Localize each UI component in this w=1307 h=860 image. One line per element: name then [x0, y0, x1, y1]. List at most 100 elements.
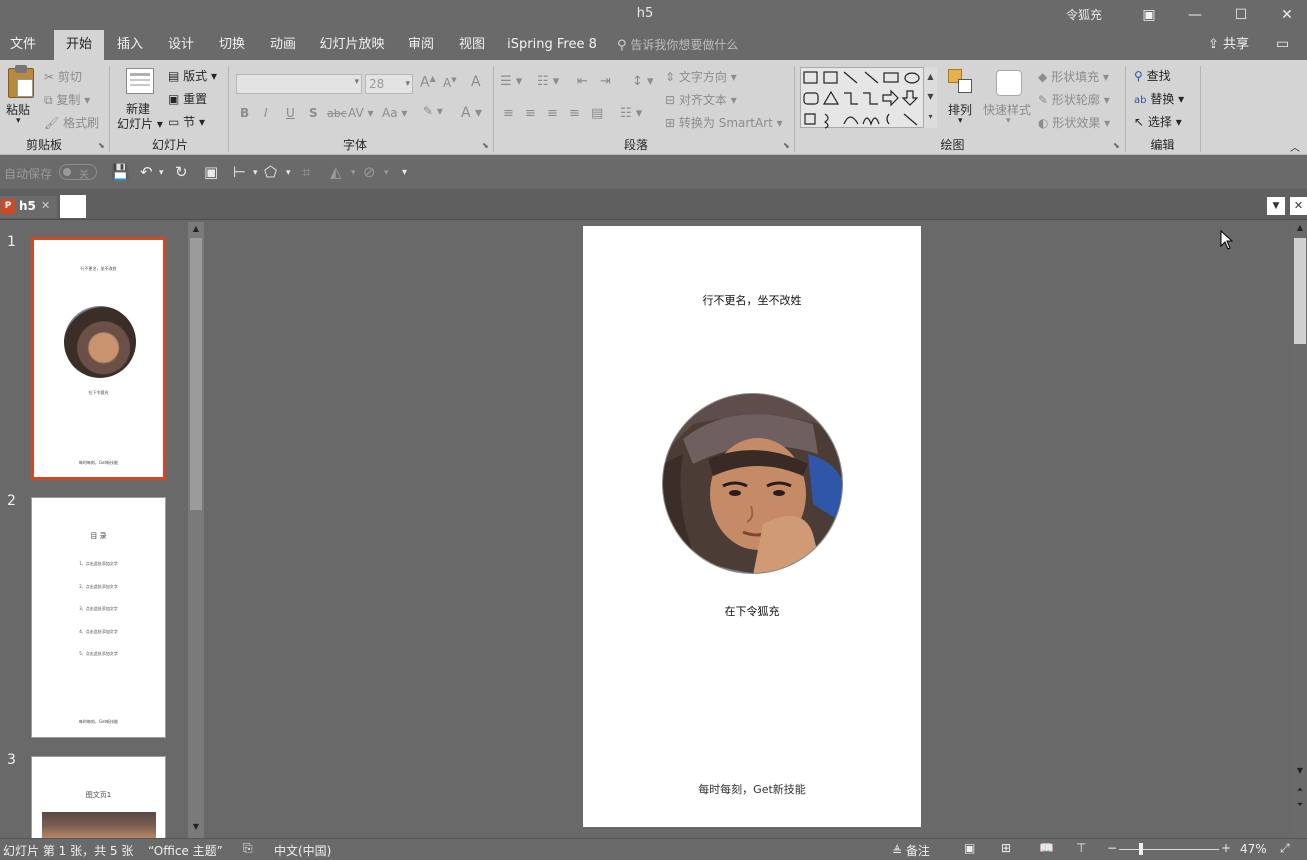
shape-outline-button[interactable]: ✎ 形状轮廓 ▾ — [1038, 91, 1110, 108]
user-name[interactable]: 令狐充 — [1066, 6, 1102, 23]
reading-view-icon[interactable]: 📖 — [1039, 841, 1054, 855]
scrollbar-thumb[interactable] — [1294, 238, 1306, 344]
scroll-down-icon[interactable]: ▼ — [1294, 766, 1306, 778]
shapes-dropdown-icon[interactable]: ▾ — [286, 168, 291, 178]
align-objects-icon[interactable]: ⊢ — [233, 163, 246, 181]
align-dropdown-icon[interactable]: ▾ — [253, 168, 258, 178]
decrease-indent-button[interactable]: ⇤ — [577, 74, 588, 89]
language-indicator[interactable]: 中文(中国) — [274, 842, 331, 859]
thumbnail-scrollbar[interactable]: ▲ ▼ — [188, 222, 204, 838]
clipboard-launcher-icon[interactable]: ⬊ — [98, 141, 105, 150]
new-slide-icon[interactable] — [126, 68, 154, 94]
comments-icon[interactable]: ▭ — [1276, 36, 1296, 54]
tab-file[interactable]: 文件 — [0, 30, 46, 60]
convert-smartart-button[interactable]: ⊞ 转换为 SmartArt ▾ — [665, 114, 783, 131]
tab-ispring[interactable]: iSpring Free 8 — [503, 30, 601, 60]
tab-list-dropdown[interactable]: ▼ — [1267, 197, 1285, 215]
bullets-button[interactable]: ☰ ▾ — [500, 74, 522, 89]
underline-button[interactable]: U — [286, 106, 295, 120]
line-spacing-button[interactable]: ↕ ▾ — [632, 74, 654, 89]
customize-qat-icon[interactable]: ▾ — [402, 167, 407, 178]
close-button[interactable]: ✕ — [1264, 0, 1307, 30]
slide-sorter-icon[interactable]: ⊞ — [1001, 841, 1011, 855]
slide-scrollbar[interactable]: ▲ ▼ ⏶ ⏷ — [1293, 220, 1307, 838]
tab-view[interactable]: 视图 — [450, 30, 494, 60]
scroll-up-icon[interactable]: ▲ — [1294, 223, 1306, 235]
columns-button[interactable]: ☷ ▾ — [620, 106, 642, 121]
zoom-in-icon[interactable]: + — [1221, 841, 1231, 855]
slide-heading[interactable]: 行不更名，坐不改姓 — [583, 292, 921, 308]
italic-button[interactable]: I — [264, 106, 268, 120]
distribute-button[interactable]: ▤ — [591, 106, 603, 121]
tab-insert[interactable]: 插入 — [108, 30, 152, 60]
replace-button[interactable]: ab 替换 ▾ — [1134, 90, 1184, 107]
scroll-up-icon[interactable]: ▲ — [190, 224, 202, 236]
normal-view-icon[interactable]: ▣ — [964, 841, 975, 855]
cut-button[interactable]: ✂ 剪切 — [44, 68, 82, 85]
paste-icon[interactable] — [8, 65, 34, 98]
shape-effects-button[interactable]: ◐ 形状效果 ▾ — [1038, 114, 1110, 131]
slide-thumbnail-3[interactable]: 图文页1 — [31, 756, 166, 838]
clear-format-button[interactable]: A — [471, 74, 481, 90]
slideshow-from-start-icon[interactable]: ▣ — [204, 163, 218, 181]
zoom-level[interactable]: 47% — [1240, 842, 1267, 856]
undo-icon[interactable]: ↶ — [140, 163, 153, 181]
collapse-ribbon-icon[interactable]: ︿ — [1290, 139, 1300, 154]
align-center-button[interactable]: ≡ — [525, 106, 536, 121]
shapes-gallery-scroll[interactable]: ▲ ▼ ▾ — [923, 67, 937, 128]
font-name-select[interactable]: ▾ — [236, 74, 362, 94]
strikethrough-button[interactable]: abc — [327, 107, 347, 120]
minimize-button[interactable]: — — [1172, 0, 1218, 30]
shape-fill-button[interactable]: ◆ 形状填充 ▾ — [1038, 68, 1109, 85]
copy-button[interactable]: ⧉ 复制 ▾ — [44, 91, 90, 108]
symbol-dropdown-icon[interactable]: ▾ — [384, 168, 389, 178]
align-right-button[interactable]: ≡ — [547, 106, 558, 121]
drawing-launcher-icon[interactable]: ⬊ — [1113, 141, 1120, 150]
zoom-out-icon[interactable]: − — [1107, 841, 1117, 855]
select-button[interactable]: ↖ 选择 ▾ — [1134, 113, 1182, 130]
highlight-button[interactable]: ✎ ▾ — [423, 104, 443, 118]
font-color-button[interactable]: A ▾ — [461, 105, 482, 121]
find-button[interactable]: ⚲ 查找 — [1134, 67, 1171, 84]
notes-button[interactable]: ≜ 备注 — [892, 842, 930, 859]
shapes-icon[interactable]: ⬠ — [264, 163, 277, 181]
tab-design[interactable]: 设计 — [159, 30, 203, 60]
accessibility-check-icon[interactable]: ⎘ — [243, 841, 253, 856]
zoom-slider[interactable] — [1119, 849, 1219, 850]
slide-thumbnail-2[interactable]: 目 录 1、点击此处添加文字 2、点击此处添加文字 3、点击此处添加文字 4、点… — [31, 497, 166, 738]
paragraph-launcher-icon[interactable]: ⬊ — [783, 141, 790, 150]
redo-icon[interactable]: ↻ — [175, 163, 188, 181]
no-symbol-icon[interactable]: ⊘ — [363, 163, 376, 181]
ribbon-display-options-button[interactable]: ▣ — [1126, 0, 1172, 30]
portrait-photo[interactable] — [662, 393, 843, 574]
scroll-down-icon[interactable]: ▼ — [190, 822, 202, 834]
tell-me-search[interactable]: ⚲ 告诉我你想要做什么 — [617, 30, 738, 60]
grow-font-button[interactable]: A▲ — [420, 74, 436, 91]
quick-styles-icon[interactable] — [996, 70, 1022, 96]
slide-thumbnail-1[interactable]: 行不更名，坐不改姓 在下令狐充 每时每刻，Get新技能 — [31, 237, 166, 480]
close-document-icon[interactable]: ✕ — [1290, 197, 1307, 215]
crop-icon[interactable]: ⌗ — [302, 163, 310, 181]
slide-name-text[interactable]: 在下令狐充 — [583, 603, 921, 619]
next-slide-icon[interactable]: ⏷ — [1294, 800, 1306, 812]
bold-button[interactable]: B — [240, 106, 249, 120]
increase-indent-button[interactable]: ⇥ — [600, 74, 611, 89]
justify-button[interactable]: ≡ — [569, 106, 580, 121]
flip-dropdown-icon[interactable]: ▾ — [351, 168, 356, 178]
tab-slideshow[interactable]: 幻灯片放映 — [312, 30, 392, 60]
quick-styles-dropdown-icon[interactable]: ▾ — [1006, 116, 1011, 126]
layout-button[interactable]: ▤ 版式 ▾ — [168, 67, 217, 84]
close-tab-icon[interactable]: ✕ — [41, 199, 50, 212]
undo-dropdown-icon[interactable]: ▾ — [159, 168, 164, 178]
zoom-slider-thumb[interactable] — [1139, 843, 1143, 855]
share-button[interactable]: ⇪ 共享 — [1208, 30, 1249, 60]
fit-to-window-icon[interactable]: ⤢ — [1280, 841, 1290, 856]
previous-slide-icon[interactable]: ⏶ — [1294, 785, 1306, 797]
text-shadow-button[interactable]: S — [309, 106, 318, 120]
tab-animations[interactable]: 动画 — [261, 30, 305, 60]
arrange-dropdown-icon[interactable]: ▾ — [958, 116, 963, 126]
format-painter-button[interactable]: 🖌 格式刷 — [44, 114, 99, 131]
align-left-button[interactable]: ≡ — [503, 106, 514, 121]
maximize-button[interactable]: ☐ — [1218, 0, 1264, 30]
tab-review[interactable]: 审阅 — [399, 30, 443, 60]
